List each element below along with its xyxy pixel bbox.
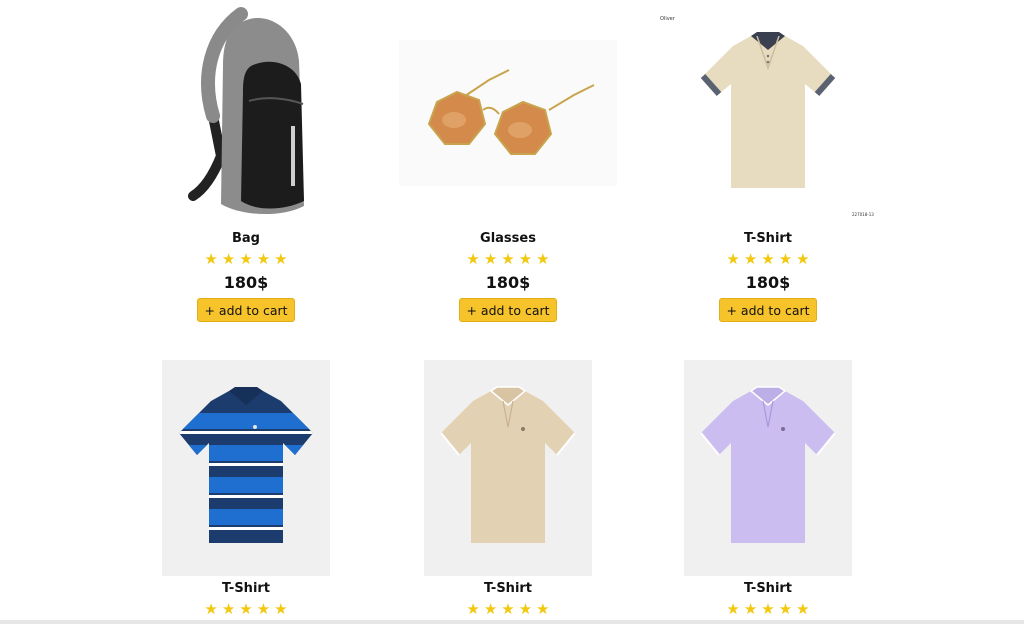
beige-polo-icon [440, 386, 576, 543]
polo-shirt-icon [700, 32, 836, 188]
star-icon: ★ [518, 249, 533, 268]
star-icon: ★ [501, 249, 515, 268]
product-image-glasses[interactable] [398, 0, 618, 226]
rating-stars: ★ ★ ★ ★ ★ [466, 250, 549, 268]
star-icon: ★ [221, 249, 236, 268]
star-icon: ★ [274, 249, 288, 268]
product-image-tshirt[interactable]: Oliver 227018-13 [658, 0, 878, 226]
window-bottom-edge [0, 620, 1024, 624]
product-card-tshirt: Oliver 227018-13 T-Shirt ★ ★ ★ ★ ★ 180$ + ad… [658, 0, 878, 322]
add-to-cart-button[interactable]: + add to cart [719, 298, 817, 322]
star-icon: ★ [204, 599, 218, 618]
product-price: 180$ [485, 273, 531, 292]
product-name: Bag [232, 231, 260, 246]
product-card-bag: Bag ★ ★ ★ ★ ★ 180$ + add to cart [136, 0, 356, 322]
star-icon: ★ [796, 599, 810, 618]
star-icon: ★ [466, 599, 480, 618]
rating-stars: ★ ★ ★ ★ ★ [204, 600, 287, 618]
star-icon: ★ [239, 249, 253, 268]
star-icon: ★ [256, 599, 271, 618]
star-icon: ★ [239, 599, 253, 618]
star-icon: ★ [466, 249, 480, 268]
star-icon: ★ [796, 249, 810, 268]
star-icon: ★ [761, 249, 775, 268]
product-card-lavender-tshirt: T-Shirt ★ ★ ★ ★ ★ [658, 360, 878, 618]
rating-stars: ★ ★ ★ ★ ★ [726, 250, 809, 268]
product-image-striped-tshirt[interactable] [162, 360, 330, 576]
product-price: 180$ [223, 273, 269, 292]
striped-polo-icon [179, 387, 313, 543]
product-code: 227018-13 [852, 212, 874, 217]
rating-stars: ★ ★ ★ ★ ★ [204, 250, 287, 268]
lavender-polo-icon [700, 386, 836, 543]
star-icon: ★ [536, 599, 550, 618]
product-card-glasses: Glasses ★ ★ ★ ★ ★ 180$ + add to cart [398, 0, 618, 322]
star-icon: ★ [778, 249, 793, 268]
rating-stars: ★ ★ ★ ★ ★ [726, 600, 809, 618]
star-icon: ★ [221, 599, 236, 618]
star-icon: ★ [726, 249, 740, 268]
product-image-bag[interactable] [136, 0, 356, 226]
product-name: T-Shirt [483, 581, 533, 596]
star-icon: ★ [204, 249, 218, 268]
star-icon: ★ [778, 599, 793, 618]
add-to-cart-button[interactable]: + add to cart [459, 298, 557, 322]
product-card-striped-tshirt: T-Shirt ★ ★ ★ ★ ★ [136, 360, 356, 618]
product-name: Glasses [480, 231, 536, 246]
star-icon: ★ [256, 249, 271, 268]
star-icon: ★ [518, 599, 533, 618]
star-icon: ★ [483, 599, 498, 618]
brand-logo: Oliver [660, 16, 675, 22]
star-icon: ★ [501, 599, 515, 618]
product-name: T-Shirt [743, 231, 793, 246]
product-card-beige-tshirt: T-Shirt ★ ★ ★ ★ ★ [398, 360, 618, 618]
product-grid: Bag ★ ★ ★ ★ ★ 180$ + add to cart Glasses… [0, 0, 1024, 624]
star-icon: ★ [761, 599, 775, 618]
star-icon: ★ [274, 599, 288, 618]
star-icon: ★ [536, 249, 550, 268]
star-icon: ★ [726, 599, 740, 618]
rating-stars: ★ ★ ★ ★ ★ [466, 600, 549, 618]
star-icon: ★ [483, 249, 498, 268]
star-icon: ★ [743, 249, 758, 268]
add-to-cart-button[interactable]: + add to cart [197, 298, 295, 322]
sunglasses-icon [427, 69, 595, 155]
product-image-beige-tshirt[interactable] [424, 360, 592, 576]
product-image-lavender-tshirt[interactable] [684, 360, 852, 576]
product-name: T-Shirt [221, 581, 271, 596]
star-icon: ★ [743, 599, 758, 618]
product-name: T-Shirt [743, 581, 793, 596]
product-price: 180$ [745, 273, 791, 292]
sling-bag-icon [188, 6, 304, 214]
